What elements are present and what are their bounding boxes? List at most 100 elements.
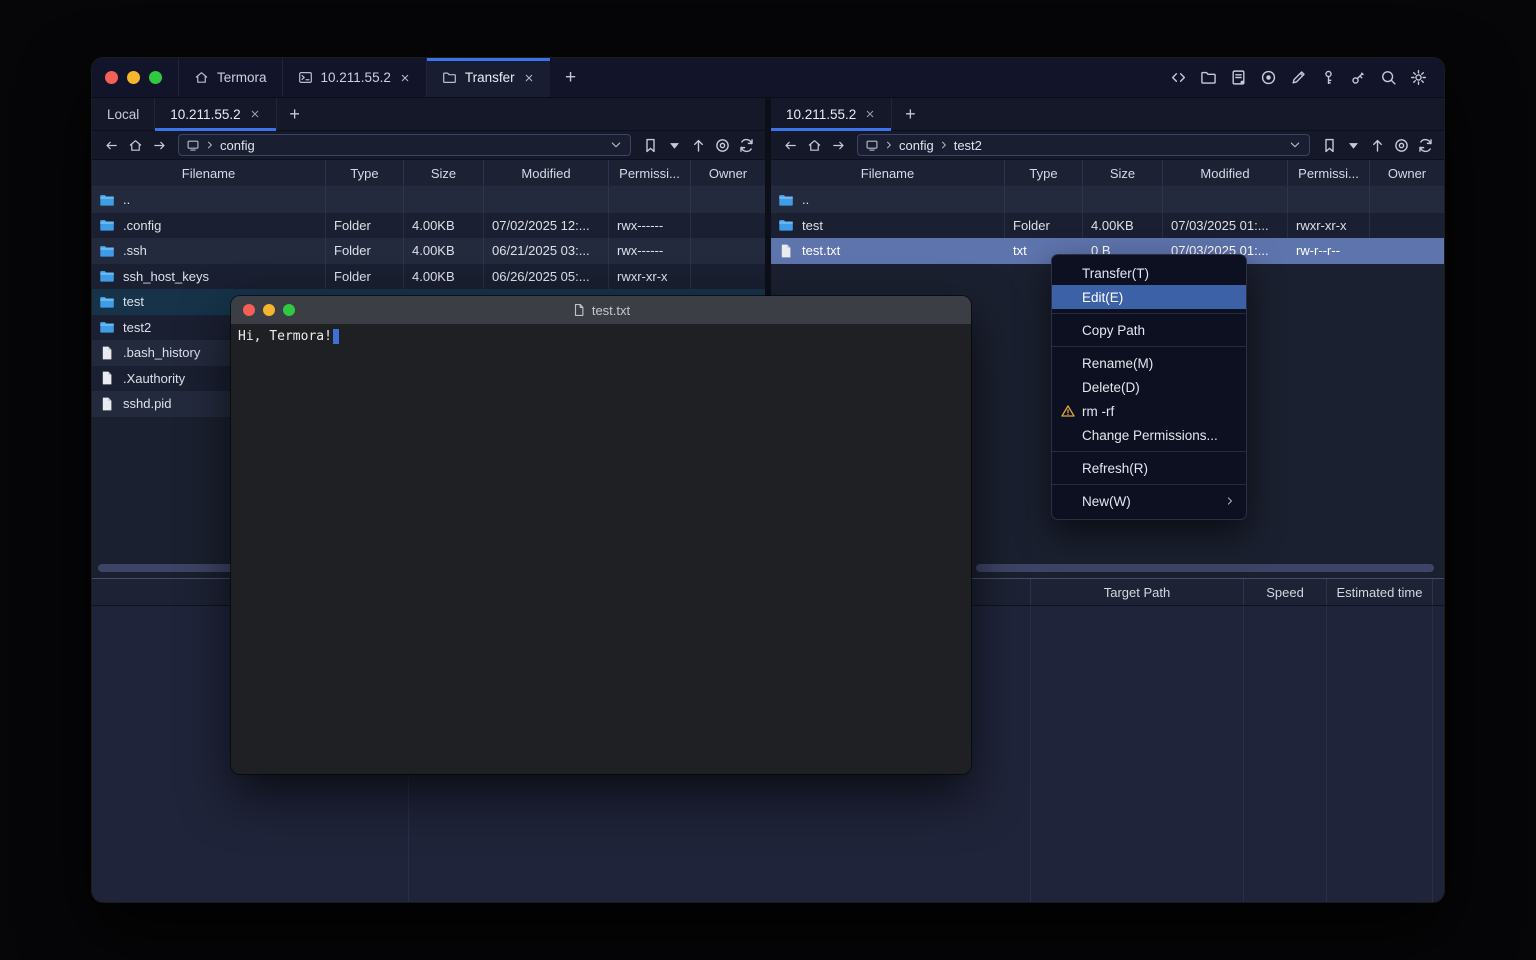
tab-label: 10.211.55.2 [321,70,391,85]
gear-icon[interactable] [1410,69,1427,86]
column-header[interactable]: Type [1004,160,1082,186]
column-header[interactable]: Owner [1369,160,1444,186]
eye-button[interactable] [1389,134,1413,156]
column-target-path[interactable]: Target Path [1030,579,1243,605]
close-icon[interactable] [399,72,411,84]
column-header[interactable]: Filename [771,160,1004,186]
tab-local[interactable]: Local [92,98,155,130]
forward-button[interactable] [147,134,171,156]
menu-item-label: Refresh(R) [1082,461,1148,476]
close-icon[interactable] [523,72,535,84]
cell-type: Folder [325,264,403,290]
menu-item-refresh-r[interactable]: Refresh(R) [1052,456,1246,480]
menu-item-change-permissions[interactable]: Change Permissions... [1052,423,1246,447]
tab-remote-host[interactable]: 10.211.55.2 [771,98,892,130]
tab-transfer[interactable]: Transfer [426,58,550,97]
cell-name: .ssh [92,238,325,264]
forward-button[interactable] [826,134,850,156]
cell-size [403,187,483,213]
column-header[interactable]: Permissi... [1287,160,1369,186]
upload-button[interactable] [686,134,710,156]
column-header[interactable]: Owner [690,160,765,186]
column-speed[interactable]: Speed [1243,579,1326,605]
cell-name: .config [92,213,325,239]
search-icon[interactable] [1380,69,1397,86]
column-header[interactable]: Size [1082,160,1162,186]
close-icon[interactable] [249,108,261,120]
menu-item-new-w[interactable]: New(W) [1052,489,1246,513]
file-row-test[interactable]: testFolder4.00KB07/03/2025 01:...rwxr-xr… [771,213,1444,239]
path-field[interactable]: config test2 [857,134,1310,156]
file-row--config[interactable]: .configFolder4.00KB07/02/2025 12:...rwx-… [92,213,765,239]
menu-item-rm-rf[interactable]: rm -rf [1052,399,1246,423]
column-header[interactable]: Modified [1162,160,1287,186]
path-segment[interactable]: config [220,138,255,153]
menu-item-copy-path[interactable]: Copy Path [1052,318,1246,342]
menu-item-edit-e[interactable]: Edit(E) [1052,285,1246,309]
menu-item-rename-m[interactable]: Rename(M) [1052,351,1246,375]
folder-icon[interactable] [1200,69,1217,86]
folder-fill-icon [99,192,115,208]
chevron-down-icon[interactable] [1288,138,1302,152]
new-panel-tab-button[interactable]: + [892,98,928,130]
editor-titlebar[interactable]: test.txt [231,296,971,324]
minimize-window-button[interactable] [127,71,140,84]
pencil-icon[interactable] [1290,69,1307,86]
tab-remote-host[interactable]: 10.211.55.2 [155,98,276,130]
file-row--[interactable]: .. [771,187,1444,213]
path-segment[interactable]: config [899,138,934,153]
minimize-window-button[interactable] [263,304,275,316]
new-panel-tab-button[interactable]: + [277,98,313,130]
caret-down-icon [666,137,683,154]
close-window-button[interactable] [105,71,118,84]
keychain-icon[interactable] [1350,69,1367,86]
record-icon[interactable] [1260,69,1277,86]
column-header[interactable]: Modified [483,160,608,186]
caret-down-button[interactable] [1341,134,1365,156]
upload-button[interactable] [1365,134,1389,156]
file-row--[interactable]: .. [92,187,765,213]
document-icon[interactable] [1230,69,1247,86]
filename-text: ssh_host_keys [123,269,209,284]
menu-item-transfer-t[interactable]: Transfer(T) [1052,261,1246,285]
home-button[interactable] [802,134,826,156]
file-row--ssh[interactable]: .sshFolder4.00KB06/21/2025 03:...rwx----… [92,238,765,264]
column-estimated-time[interactable]: Estimated time [1326,579,1432,605]
column-header[interactable]: Size [403,160,483,186]
menu-item-delete-d[interactable]: Delete(D) [1052,375,1246,399]
tab-termora[interactable]: Termora [178,58,282,97]
home-button[interactable] [123,134,147,156]
left-panel-tabs: Local 10.211.55.2 + [92,98,765,131]
zoom-window-button[interactable] [283,304,295,316]
caret-down-button[interactable] [662,134,686,156]
close-window-button[interactable] [243,304,255,316]
bookmark-button[interactable] [638,134,662,156]
refresh-button[interactable] [1413,134,1437,156]
path-field[interactable]: config [178,134,631,156]
cell-type: Folder [325,213,403,239]
close-icon[interactable] [864,108,876,120]
column-header[interactable]: Permissi... [608,160,690,186]
column-header[interactable]: Filename [92,160,325,186]
zoom-window-button[interactable] [149,71,162,84]
back-button[interactable] [778,134,802,156]
folder-fill-icon [99,217,115,233]
code-icon[interactable] [1170,69,1187,86]
key-icon[interactable] [1320,69,1337,86]
eye-button[interactable] [710,134,734,156]
right-horizontal-scrollbar[interactable] [976,564,1434,572]
tab-host[interactable]: 10.211.55.2 [282,58,426,97]
column-header[interactable]: Type [325,160,403,186]
file-row-ssh-host-keys[interactable]: ssh_host_keysFolder4.00KB06/26/2025 05:.… [92,264,765,290]
new-tab-button[interactable]: + [550,58,592,97]
bookmark-button[interactable] [1317,134,1341,156]
editor-content[interactable]: Hi, Termora! [231,324,971,774]
cell-name: .. [771,187,1004,213]
cell-size [1082,187,1162,213]
chevron-down-icon[interactable] [609,138,623,152]
refresh-button[interactable] [734,134,758,156]
path-segment[interactable]: test2 [954,138,982,153]
back-button[interactable] [99,134,123,156]
file-fill-icon [778,243,794,259]
tab-label: Termora [217,70,267,85]
